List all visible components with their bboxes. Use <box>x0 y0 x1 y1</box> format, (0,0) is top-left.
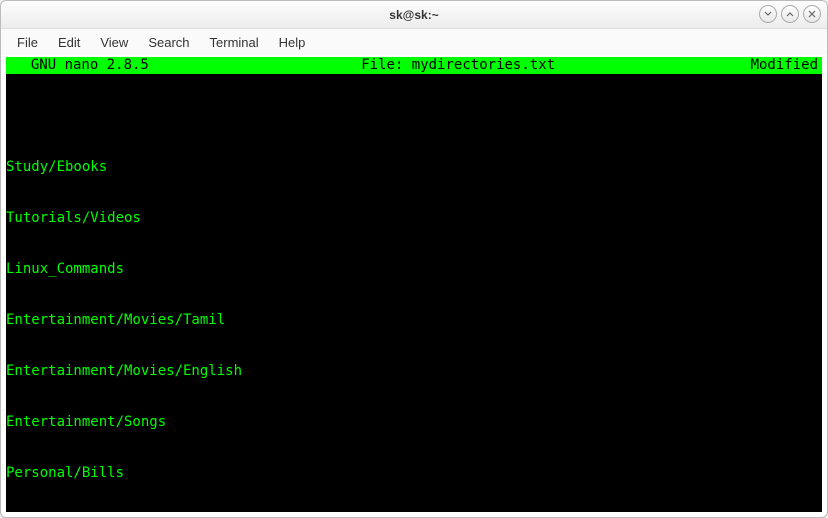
content-line: Tutorials/Videos <box>6 210 822 227</box>
close-button[interactable] <box>803 5 821 23</box>
nano-body[interactable]: Study/Ebooks Tutorials/Videos Linux_Comm… <box>6 74 822 512</box>
content-line: Personal/Bills <box>6 465 822 482</box>
menu-help[interactable]: Help <box>271 32 314 53</box>
terminal-window: sk@sk:~ File Edit View Search Terminal H… <box>0 0 828 518</box>
maximize-icon <box>785 9 795 19</box>
menu-terminal[interactable]: Terminal <box>202 32 267 53</box>
content-line: Entertainment/Movies/English <box>6 363 822 380</box>
menu-file[interactable]: File <box>9 32 46 53</box>
blank-line <box>6 108 822 125</box>
content-line: Entertainment/Movies/Tamil <box>6 312 822 329</box>
window-title: sk@sk:~ <box>389 8 438 22</box>
menu-search[interactable]: Search <box>140 32 197 53</box>
menu-view[interactable]: View <box>92 32 136 53</box>
menubar: File Edit View Search Terminal Help <box>1 29 827 55</box>
maximize-button[interactable] <box>781 5 799 23</box>
nano-header: GNU nano 2.8.5 File: mydirectories.txt M… <box>6 57 822 74</box>
minimize-icon <box>763 9 773 19</box>
content-line: Entertainment/Songs <box>6 414 822 431</box>
window-controls <box>759 5 821 23</box>
titlebar: sk@sk:~ <box>1 1 827 29</box>
nano-file-label: File: mydirectories.txt <box>166 57 751 74</box>
content-line: Linux_Commands <box>6 261 822 278</box>
nano-modified: Modified <box>751 57 822 74</box>
close-icon <box>807 9 817 19</box>
nano-version: GNU nano 2.8.5 <box>6 57 166 74</box>
minimize-button[interactable] <box>759 5 777 23</box>
content-line: Study/Ebooks <box>6 159 822 176</box>
terminal-area[interactable]: GNU nano 2.8.5 File: mydirectories.txt M… <box>6 57 822 512</box>
menu-edit[interactable]: Edit <box>50 32 88 53</box>
